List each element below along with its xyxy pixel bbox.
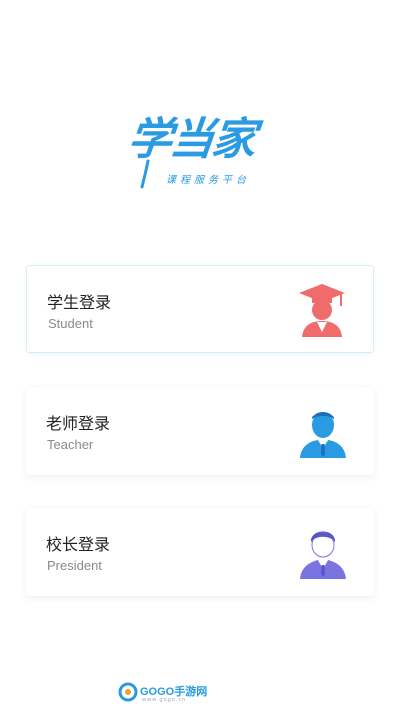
- student-login-subtitle: Student: [48, 316, 93, 331]
- president-login-card[interactable]: 校长登录 President: [26, 508, 374, 596]
- watermark-url: www.gogo.cn: [142, 697, 187, 703]
- app-logo-subtitle: 课程服务平台: [166, 175, 250, 186]
- student-login-title: 学生登录: [47, 293, 112, 312]
- president-avatar-icon: [300, 531, 346, 579]
- app-logo: 学当家 课程服务平台: [0, 114, 400, 195]
- teacher-login-subtitle: Teacher: [47, 437, 94, 452]
- student-login-card[interactable]: 学生登录 Student: [26, 265, 374, 353]
- teacher-avatar-icon: [300, 412, 346, 458]
- president-login-title: 校长登录: [46, 535, 111, 554]
- watermark-logo-icon: [118, 682, 138, 702]
- teacher-login-card[interactable]: 老师登录 Teacher: [26, 387, 374, 475]
- app-logo-title: 学当家: [125, 114, 257, 165]
- graduate-avatar-icon: [299, 284, 345, 337]
- teacher-login-title: 老师登录: [46, 414, 111, 433]
- president-login-subtitle: President: [47, 558, 102, 573]
- watermark: GOGO手游网 www.gogo.cn: [118, 680, 208, 704]
